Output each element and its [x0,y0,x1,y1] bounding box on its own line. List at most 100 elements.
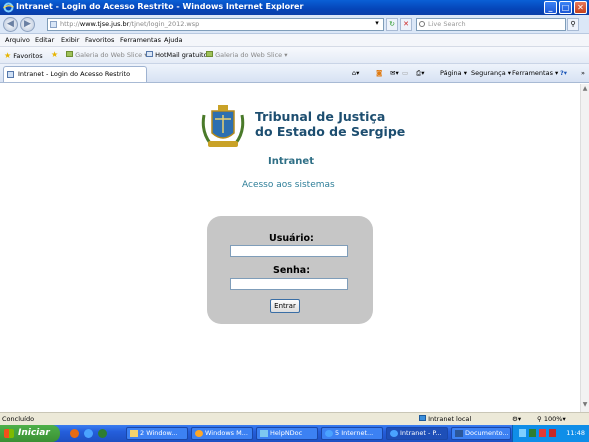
web-slice-icon [206,51,213,57]
fav-hotmail[interactable]: HotMail gratuito [146,51,208,59]
maximize-button[interactable]: □ [559,1,572,14]
tray-k-icon[interactable] [549,429,556,437]
help-icon: ? [560,69,564,77]
username-input[interactable] [230,245,348,257]
menu-arquivo[interactable]: Arquivo [5,36,30,44]
window-title: Intranet - Login do Acesso Restrito - Wi… [16,2,304,11]
zone-label: Intranet local [428,415,472,423]
menu-editar[interactable]: Editar [35,36,54,44]
star-icon: ★ [4,51,12,60]
read-mail-icon[interactable]: ✉▾ [390,69,399,77]
task-windows-media[interactable]: Windows M... [191,427,253,440]
start-button[interactable]: Iniciar [0,425,60,442]
zoom-icon: ⚲ [537,415,542,423]
minimize-button[interactable]: _ [544,1,557,14]
back-button[interactable]: ◀ [3,17,18,32]
title-bar: Intranet - Login do Acesso Restrito - Wi… [0,0,589,15]
refresh-icon[interactable]: ↻ [386,18,398,31]
web-slice-icon [66,51,73,57]
task-intranet[interactable]: Intranet - P... [386,427,448,440]
add-favorite-icon[interactable]: ★ [51,50,58,59]
ie-task-icon [325,430,333,437]
internet-explorer-icon [3,2,14,13]
fav-web-slice-2-label: Galeria do Web Slice ▾ [215,51,288,59]
court-name-line1: Tribunal de Justiça [255,109,386,124]
task-helpndoc[interactable]: HelpNDoc [256,427,318,440]
status-bar: Concluído Intranet local ⚙▾ ⚲ 100%▾ [0,412,589,425]
address-input[interactable]: http://www.tjse.jus.br/tjnet/login_2012.… [47,18,384,31]
vertical-scrollbar[interactable]: ▲ ▼ [580,84,589,412]
page-subheading: Acesso aos sistemas [242,180,335,190]
court-name-line2: do Estado de Sergipe [255,124,406,139]
tools-menu[interactable]: Ferramentas ▾ [512,69,558,77]
print-icon[interactable]: ⎙▾ [416,69,424,78]
forward-arrow-icon: ▶ [24,19,31,29]
address-dropdown-icon[interactable]: ▾ [371,18,383,31]
hotmail-icon [146,51,153,57]
fav-hotmail-label: HotMail gratuito [155,51,208,59]
protected-mode-icon[interactable]: ⚙▾ [512,415,521,423]
task-internet-explorer[interactable]: 5 Internet... [321,427,383,440]
page-menu[interactable]: Página ▾ [440,69,467,77]
task-label: Intranet - P... [400,429,442,437]
back-arrow-icon: ◀ [7,19,14,29]
task-windows-explorer[interactable]: 2 Window... [126,427,188,440]
tab-favicon-icon [7,71,14,78]
close-button[interactable]: ✕ [574,1,587,14]
task-label: HelpNDoc [270,429,303,437]
media-player-icon [195,430,203,437]
home-icon[interactable]: ⌂▾ [352,69,359,77]
chevron-right-icon[interactable]: » [581,69,585,77]
tray-shield-icon[interactable] [529,429,536,437]
zoom-level: 100% [543,415,563,423]
ie-task-icon [390,430,398,437]
url-prefix: http:// [60,20,80,28]
scroll-up-icon[interactable]: ▲ [581,85,589,94]
menu-favoritos[interactable]: Favoritos [85,36,114,44]
quicklaunch-media-icon[interactable] [98,429,107,438]
start-label: Iniciar [18,428,50,438]
favorites-bar: ★ Favoritos ★ Galeria do Web Slice ▾ Hot… [0,47,589,64]
folder-icon [130,430,138,437]
help-menu[interactable]: ?▾ [560,69,567,77]
tab-intranet[interactable]: Intranet - Login do Acesso Restrito [3,66,147,82]
search-placeholder: Live Search [428,20,466,28]
stop-icon[interactable]: ✕ [400,18,412,31]
system-tray: 11:48 [512,425,589,442]
quicklaunch-ie-icon[interactable] [84,429,93,438]
feeds-icon[interactable]: ◙ [376,69,382,77]
password-input[interactable] [230,278,348,290]
blank-icon[interactable]: ▭ [402,69,408,77]
favorites-button[interactable]: ★ Favoritos [4,51,43,60]
security-menu[interactable]: Segurança ▾ [471,69,511,77]
menu-ajuda[interactable]: Ajuda [164,36,182,44]
task-label: 2 Window... [140,429,178,437]
password-label: Senha: [273,265,311,276]
fav-web-slice-2[interactable]: Galeria do Web Slice ▾ [206,51,287,59]
menu-ferramentas[interactable]: Ferramentas [120,36,161,44]
forward-button[interactable]: ▶ [20,17,35,32]
tray-network-icon[interactable] [519,429,526,437]
favorites-label: Favoritos [13,52,43,60]
quicklaunch-firefox-icon[interactable] [70,429,79,438]
tab-bar: Intranet - Login do Acesso Restrito ⌂▾ ◙… [0,64,589,83]
intranet-zone-icon [419,415,426,421]
scroll-down-icon[interactable]: ▼ [581,401,589,410]
task-label: 5 Internet... [335,429,374,437]
menu-exibir[interactable]: Exibir [61,36,79,44]
live-search-icon [419,21,425,27]
fav-web-slice-1-label: Galeria do Web Slice ▾ [75,51,148,59]
search-input[interactable]: Live Search [416,18,566,31]
tray-antivirus-icon[interactable] [539,429,546,437]
fav-web-slice-1[interactable]: Galeria do Web Slice ▾ [66,51,147,59]
task-documento[interactable]: Documento... [451,427,511,440]
zone-indicator[interactable]: Intranet local [419,415,471,423]
status-text: Concluído [2,415,35,423]
login-form: Usuário: Senha: Entrar [207,216,373,324]
helpndoc-icon [260,430,268,437]
page-favicon-icon [50,21,57,28]
zoom-control[interactable]: ⚲ 100%▾ [537,415,566,423]
submit-button[interactable]: Entrar [270,299,300,313]
search-button[interactable]: ⚲ [567,18,579,31]
magnifier-icon: ⚲ [570,20,576,28]
